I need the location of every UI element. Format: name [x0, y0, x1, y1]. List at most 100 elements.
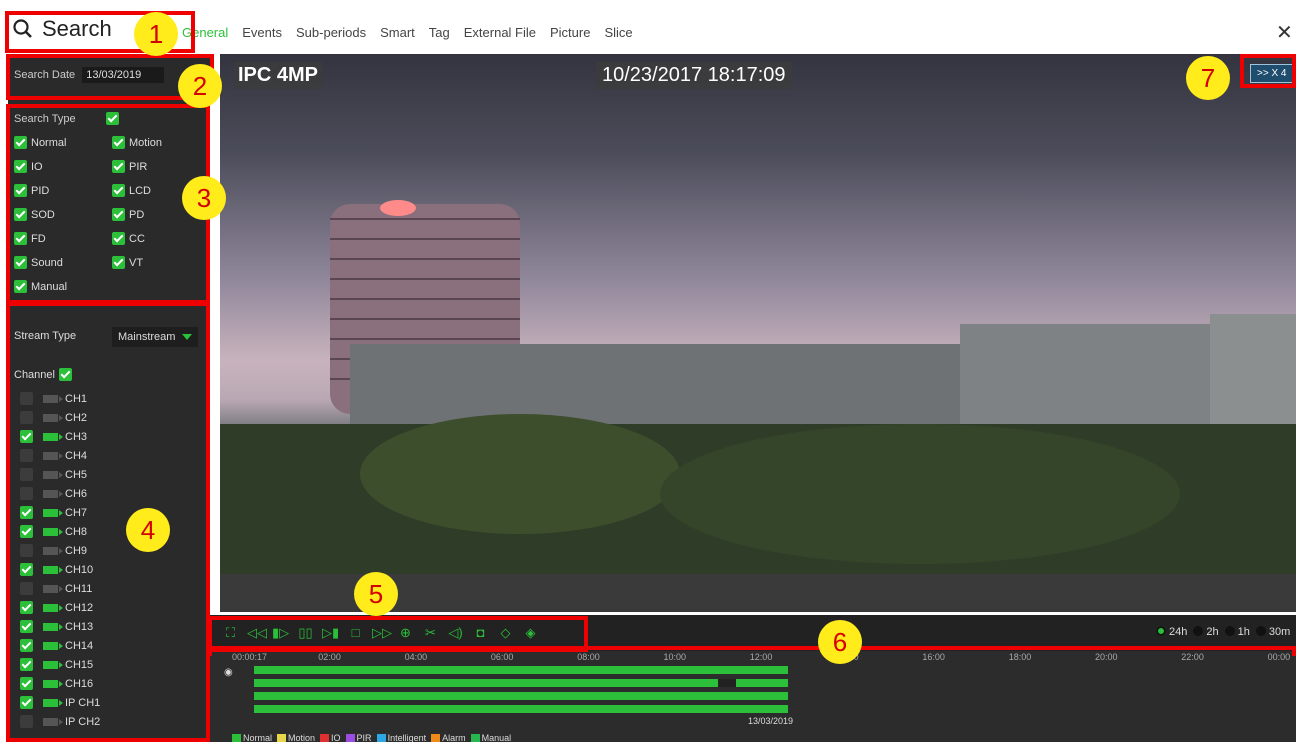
search-type-motion[interactable]: Motion [112, 136, 162, 149]
search-type-label: Normal [31, 136, 67, 149]
tab-general[interactable]: General [182, 25, 228, 40]
pause-icon[interactable]: ▯▯ [297, 624, 314, 641]
range-option-30m[interactable]: 30m [1255, 626, 1290, 638]
channel-item[interactable]: CH11 [20, 582, 92, 595]
channel-item[interactable]: CH9 [20, 544, 87, 557]
checkbox[interactable] [20, 468, 33, 481]
channel-item[interactable]: CH15 [20, 658, 93, 671]
fullscreen-icon[interactable]: ⛶ [222, 624, 239, 641]
checkbox[interactable] [14, 280, 27, 293]
rewind-icon[interactable]: ◁◁ [247, 624, 267, 641]
checkbox[interactable] [14, 208, 27, 221]
range-option-2h[interactable]: 2h [1193, 626, 1219, 638]
search-type-fd[interactable]: FD [14, 232, 46, 245]
checkbox[interactable] [20, 411, 33, 424]
search-type-sound[interactable]: Sound [14, 256, 63, 269]
search-date-field[interactable]: 13/03/2019 [82, 67, 165, 83]
slow-play-icon[interactable]: ▮▷ [272, 624, 289, 641]
close-icon[interactable]: ✕ [1276, 20, 1293, 45]
range-option-24h[interactable]: 24h [1156, 626, 1187, 638]
range-label: 24h [1169, 626, 1188, 638]
checkbox[interactable] [20, 601, 33, 614]
channel-item[interactable]: CH6 [20, 487, 87, 500]
zoom-icon[interactable]: ⊕ [397, 624, 414, 641]
eye-icon[interactable]: ◉ [224, 667, 233, 678]
range-option-1h[interactable]: 1h [1224, 626, 1250, 638]
channel-item[interactable]: IP CH2 [20, 715, 100, 728]
channel-item[interactable]: CH8 [20, 525, 87, 538]
search-type-io[interactable]: IO [14, 160, 43, 173]
checkbox[interactable] [20, 658, 33, 671]
search-type-pd[interactable]: PD [112, 208, 144, 221]
checkbox[interactable] [20, 620, 33, 633]
checkbox[interactable] [112, 232, 125, 245]
checkbox[interactable] [20, 506, 33, 519]
legend-label: Manual [481, 733, 512, 742]
search-type-cc[interactable]: CC [112, 232, 145, 245]
tab-smart[interactable]: Smart [380, 25, 415, 40]
channel-label: IP CH2 [65, 715, 101, 728]
checkbox[interactable] [112, 208, 125, 221]
timeline[interactable]: ◉ 13/03/2019 Normal Motion IO PIR Intelligen… [210, 651, 1296, 742]
checkbox[interactable] [14, 256, 27, 269]
checkbox[interactable] [112, 160, 125, 173]
checkbox[interactable] [20, 582, 33, 595]
channel-item[interactable]: CH5 [20, 468, 87, 481]
checkbox[interactable] [20, 487, 33, 500]
channel-item[interactable]: CH16 [20, 677, 93, 690]
checkbox[interactable] [112, 184, 125, 197]
channel-item[interactable]: IP CH1 [20, 696, 100, 709]
checkbox[interactable] [20, 563, 33, 576]
stream-type-select[interactable]: Mainstream [112, 327, 198, 347]
channel-item[interactable]: CH10 [20, 563, 93, 576]
search-type-normal[interactable]: Normal [14, 136, 66, 149]
channel-all-checkbox[interactable] [58, 368, 72, 381]
checkbox[interactable] [14, 232, 27, 245]
search-type-vt[interactable]: VT [112, 256, 143, 269]
custom-tag-icon[interactable]: ◈ [522, 624, 539, 641]
stream-type-row: Stream Type [14, 330, 76, 342]
search-type-pid[interactable]: PID [14, 184, 49, 197]
checkbox[interactable] [20, 525, 33, 538]
channel-item[interactable]: CH13 [20, 620, 93, 633]
checkbox[interactable] [20, 544, 33, 557]
stop-icon[interactable]: □ [347, 624, 364, 641]
channel-item[interactable]: CH4 [20, 449, 87, 462]
channel-item[interactable]: CH12 [20, 601, 93, 614]
tab-external-file[interactable]: External File [464, 25, 536, 40]
checkbox[interactable] [20, 715, 33, 728]
tab-tag[interactable]: Tag [429, 25, 450, 40]
channel-item[interactable]: CH7 [20, 506, 87, 519]
checkbox[interactable] [20, 430, 33, 443]
channel-item[interactable]: CH1 [20, 392, 87, 405]
checkbox[interactable] [20, 392, 33, 405]
channel-item[interactable]: CH3 [20, 430, 87, 443]
checkbox[interactable] [112, 136, 125, 149]
step-icon[interactable]: ▷▮ [322, 624, 339, 641]
tab-events[interactable]: Events [242, 25, 282, 40]
checkbox[interactable] [112, 256, 125, 269]
audio-icon[interactable]: ◁) [447, 624, 464, 641]
tag-icon[interactable]: ◇ [497, 624, 514, 641]
tab-picture[interactable]: Picture [550, 25, 590, 40]
search-type-manual[interactable]: Manual [14, 280, 67, 293]
checkbox[interactable] [14, 136, 27, 149]
search-type-sod[interactable]: SOD [14, 208, 55, 221]
video-player[interactable]: IPC 4MP 10/23/2017 18:17:09 >> X 4 [220, 54, 1296, 612]
checkbox[interactable] [20, 696, 33, 709]
fast-forward-icon[interactable]: ▷▷ [372, 624, 392, 641]
tab-sub-periods[interactable]: Sub-periods [296, 25, 366, 40]
search-type-lcd[interactable]: LCD [112, 184, 151, 197]
checkbox[interactable] [20, 639, 33, 652]
channel-item[interactable]: CH2 [20, 411, 87, 424]
clip-icon[interactable]: ✂ [422, 624, 439, 641]
search-type-pir[interactable]: PIR [112, 160, 147, 173]
checkbox[interactable] [14, 184, 27, 197]
checkbox[interactable] [20, 677, 33, 690]
search-type-all-checkbox[interactable] [106, 112, 119, 125]
snapshot-icon[interactable]: ◘ [472, 624, 489, 641]
tab-slice[interactable]: Slice [604, 25, 632, 40]
checkbox[interactable] [20, 449, 33, 462]
channel-item[interactable]: CH14 [20, 639, 93, 652]
checkbox[interactable] [14, 160, 27, 173]
